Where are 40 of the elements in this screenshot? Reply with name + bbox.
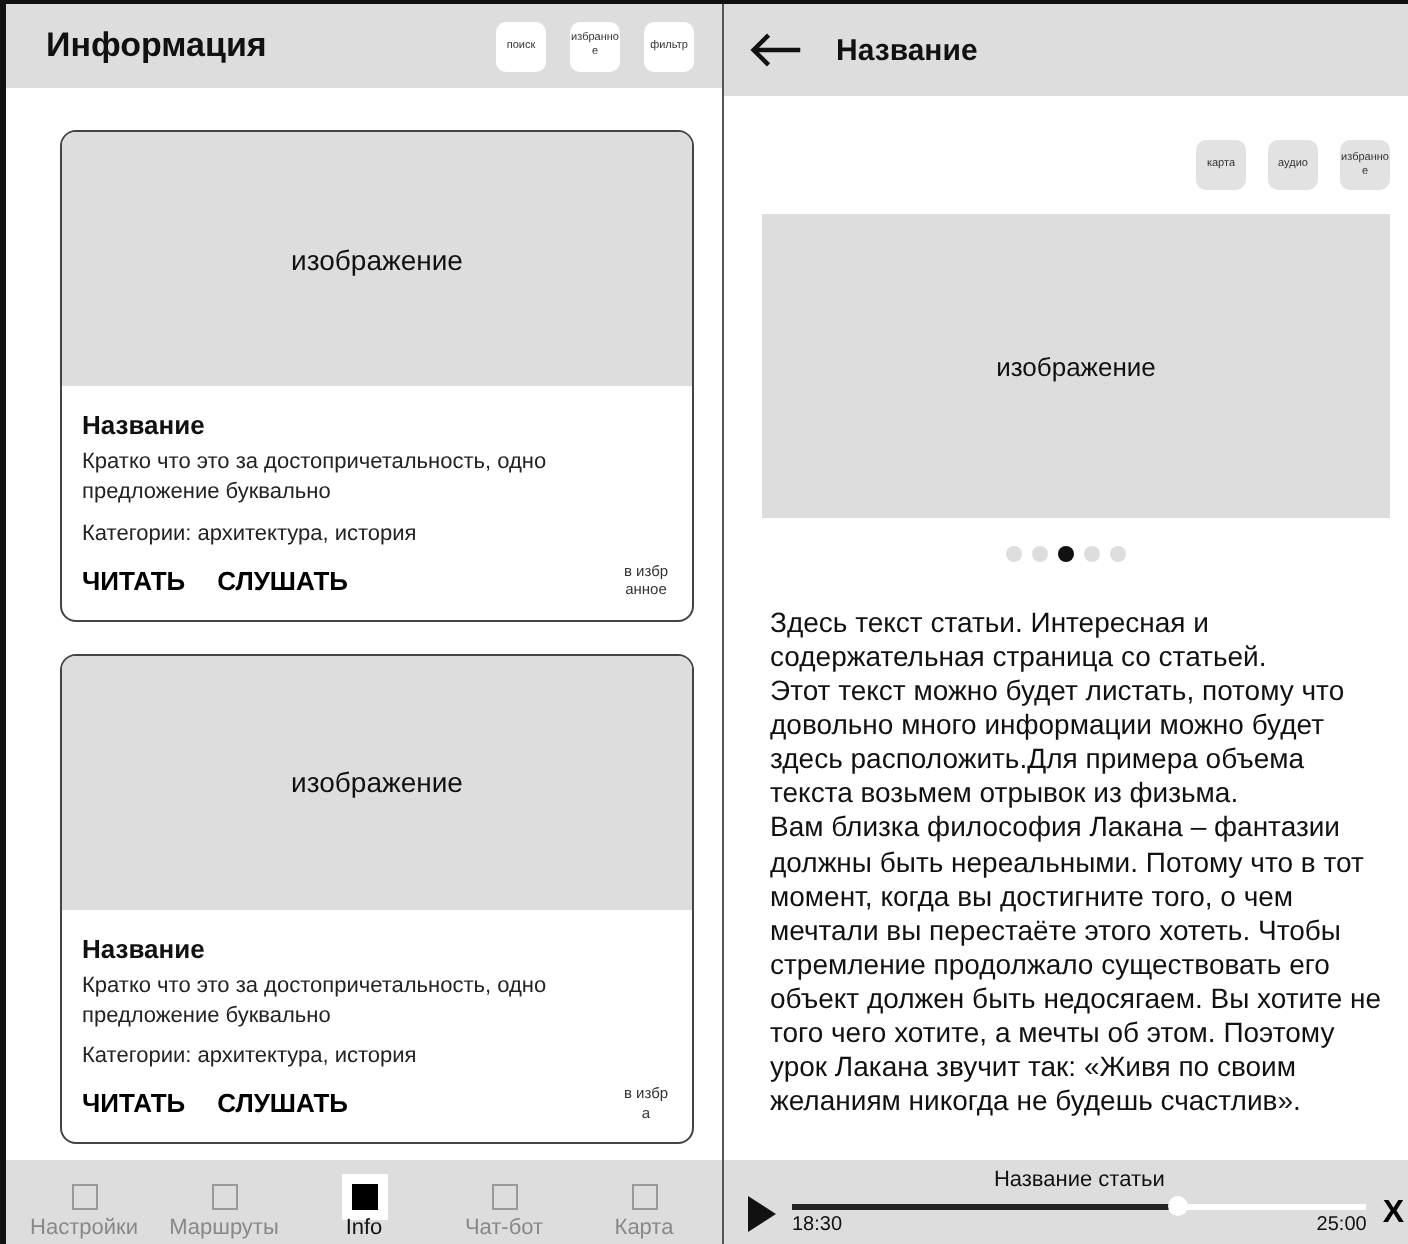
page-dot[interactable]	[1110, 546, 1126, 562]
placeholder-label: изображение	[291, 766, 463, 799]
nav-label: Чат-бот	[464, 1216, 544, 1240]
screen-title: Название	[836, 33, 978, 67]
nav-label: Маршруты	[169, 1216, 279, 1240]
listen-button[interactable]: СЛУШАТЬ	[217, 1088, 349, 1119]
total-time: 25:00	[1316, 1214, 1367, 1236]
listen-button[interactable]: СЛУШАТЬ	[217, 565, 349, 596]
track-title: Название статьи	[993, 1168, 1165, 1192]
play-icon[interactable]	[748, 1196, 776, 1232]
article-paragraph: Здесь текст статьи. Интересная и содержательная страница со статьей.	[770, 606, 1269, 675]
card-categories: Категории: архитектура, история	[82, 1044, 419, 1069]
read-button[interactable]: ЧИТАТЬ	[82, 565, 186, 596]
close-button[interactable]: X	[1382, 1196, 1404, 1232]
elapsed-time: 18:30	[792, 1214, 843, 1236]
square-icon	[491, 1184, 517, 1210]
card-description: Кратко что это за достопричетальность, одно предложение буквально	[82, 971, 549, 1032]
square-icon	[71, 1184, 97, 1210]
page-dot[interactable]	[1006, 546, 1022, 562]
page-dot[interactable]	[1058, 546, 1074, 562]
page-dot[interactable]	[1084, 546, 1100, 562]
read-button[interactable]: ЧИТАТЬ	[82, 1088, 186, 1119]
nav-label: Настройки	[30, 1216, 138, 1240]
nav-label: Info	[345, 1216, 383, 1240]
square-icon	[211, 1184, 237, 1210]
article-paragraph: Вам близка философия Лакана – фантазии должны быть нереальными. Потому что в тот момент, когда вы достигните того, о чем мечтали вы перестаёте этого хотеть. Чтобы стремление продолжало существовать его объект должен быть недосягаем. Вы хотите не того чего хотите, а мечты об этом. Поэтому урок Лакана звучит так: «Живя по своим желаниям никогда не будешь счастлив».	[770, 810, 1384, 1119]
card-description: Кратко что это за достопричетальность, одно предложение буквально	[82, 448, 549, 509]
nav-label: Карта	[614, 1216, 674, 1240]
nav-tab[interactable]: Info	[304, 1176, 424, 1240]
card-title: Название	[82, 933, 207, 964]
screen-title: Информация	[46, 26, 267, 66]
placeholder-label: изображение	[291, 243, 463, 275]
card-title: Название	[82, 410, 207, 440]
article-paragraph: Этот текст можно будет листать, потому что довольно много информации можно будет здесь расположить.Для примера объема текста возьмем отрывок из физьма.	[770, 674, 1347, 811]
placeholder-label: изображение	[996, 351, 1156, 381]
page-dot[interactable]	[1032, 546, 1048, 562]
square-icon	[631, 1184, 657, 1210]
back-arrow-icon[interactable]	[748, 30, 804, 70]
progress-handle[interactable]	[1167, 1196, 1187, 1216]
card-categories: Категории: архитектура, история	[82, 521, 419, 546]
